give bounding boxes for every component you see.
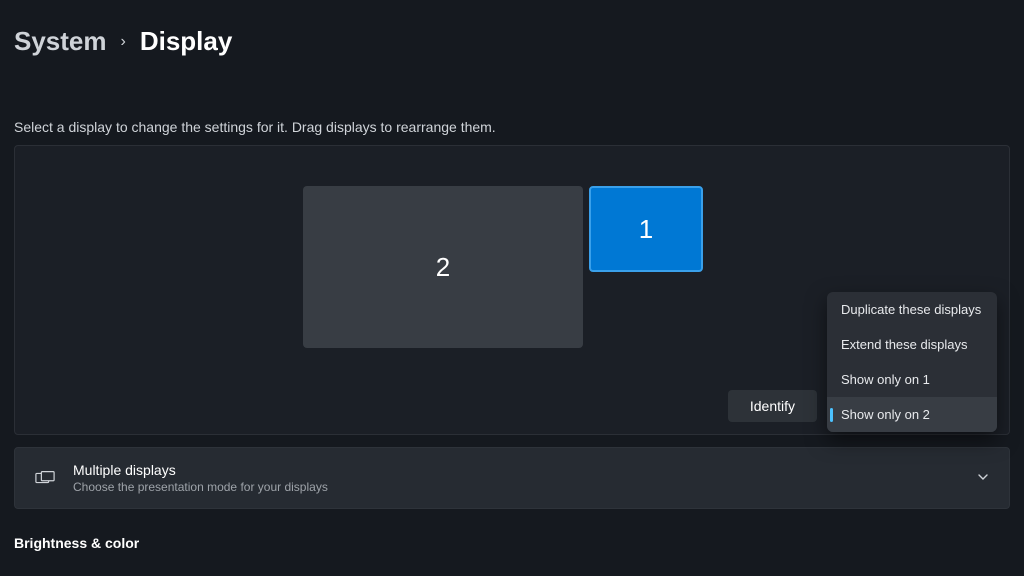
identify-button[interactable]: Identify — [728, 390, 817, 422]
chevron-right-icon: › — [121, 33, 126, 51]
multiple-displays-title: Multiple displays — [73, 462, 959, 478]
displays-icon — [35, 470, 55, 486]
chevron-down-icon — [977, 471, 989, 486]
display-mode-dropdown: Duplicate these displays Extend these di… — [827, 292, 997, 432]
dropdown-option-duplicate[interactable]: Duplicate these displays — [827, 292, 997, 327]
multiple-displays-row[interactable]: Multiple displays Choose the presentatio… — [14, 447, 1010, 509]
breadcrumb-parent[interactable]: System — [14, 26, 107, 57]
arrangement-instruction: Select a display to change the settings … — [0, 119, 1024, 135]
breadcrumb: System › Display — [0, 0, 1024, 57]
multiple-displays-subtitle: Choose the presentation mode for your di… — [73, 480, 959, 494]
brightness-color-header: Brightness & color — [0, 535, 1024, 551]
monitor-tile-1[interactable]: 1 — [589, 186, 703, 272]
monitor-tile-2[interactable]: 2 — [303, 186, 583, 348]
dropdown-option-show-only-2[interactable]: Show only on 2 — [827, 397, 997, 432]
multiple-displays-text: Multiple displays Choose the presentatio… — [73, 462, 959, 494]
dropdown-option-extend[interactable]: Extend these displays — [827, 327, 997, 362]
display-arrangement-panel: 2 1 Identify Duplicate these displays Ex… — [14, 145, 1010, 435]
dropdown-option-show-only-1[interactable]: Show only on 1 — [827, 362, 997, 397]
breadcrumb-current: Display — [140, 26, 233, 57]
